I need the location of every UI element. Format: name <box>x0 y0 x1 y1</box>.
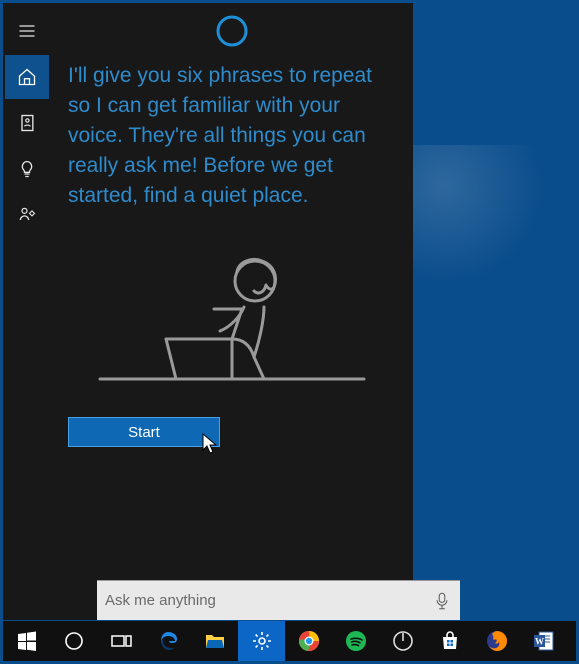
folder-icon <box>203 629 227 653</box>
cortana-panel: I'll give you six phrases to repeat so I… <box>3 3 413 620</box>
taskbar-file-explorer-button[interactable] <box>191 621 238 661</box>
taskbar-settings-button[interactable] <box>238 621 285 661</box>
person-at-laptop-illustration <box>92 239 372 389</box>
start-button-row: Start <box>50 389 413 447</box>
start-button[interactable]: Start <box>68 417 220 447</box>
svg-text:W: W <box>535 637 544 647</box>
nav-tips-button[interactable] <box>5 147 49 191</box>
taskbar-store-button[interactable] <box>426 621 473 661</box>
taskbar-spotify-button[interactable] <box>332 621 379 661</box>
feedback-icon <box>17 205 37 225</box>
taskbar: W <box>3 621 576 661</box>
taskbar-word-button[interactable]: W <box>520 621 567 661</box>
cortana-navbar <box>3 3 50 620</box>
spotify-icon <box>344 629 368 653</box>
microphone-icon <box>435 591 449 611</box>
taskbar-cortana-button[interactable] <box>50 621 97 661</box>
chrome-icon <box>297 629 321 653</box>
taskbar-firefox-button[interactable] <box>473 621 520 661</box>
nav-feedback-button[interactable] <box>5 193 49 237</box>
instruction-text: I'll give you six phrases to repeat so I… <box>50 49 413 211</box>
edge-icon <box>156 629 180 653</box>
word-icon: W <box>532 629 556 653</box>
gear-icon <box>250 629 274 653</box>
lightbulb-icon <box>17 159 37 179</box>
taskbar-power-button[interactable] <box>379 621 426 661</box>
search-bar <box>97 580 460 620</box>
windows-logo-icon <box>15 629 39 653</box>
power-icon <box>391 629 415 653</box>
cortana-ring-icon <box>214 13 250 49</box>
cortana-circle-icon <box>62 629 86 653</box>
nav-notebook-button[interactable] <box>5 101 49 145</box>
search-input[interactable] <box>105 581 432 620</box>
task-view-button[interactable] <box>97 621 144 661</box>
taskbar-edge-button[interactable] <box>144 621 191 661</box>
nav-menu-button[interactable] <box>5 9 49 53</box>
nav-home-button[interactable] <box>5 55 49 99</box>
hamburger-icon <box>17 21 37 41</box>
start-menu-button[interactable] <box>3 621 50 661</box>
microphone-button[interactable] <box>432 588 452 614</box>
store-icon <box>438 629 462 653</box>
taskbar-chrome-button[interactable] <box>285 621 332 661</box>
notebook-icon <box>17 113 37 133</box>
firefox-icon <box>485 629 509 653</box>
cortana-content: I'll give you six phrases to repeat so I… <box>50 3 413 620</box>
task-view-icon <box>109 629 133 653</box>
home-icon <box>17 67 37 87</box>
